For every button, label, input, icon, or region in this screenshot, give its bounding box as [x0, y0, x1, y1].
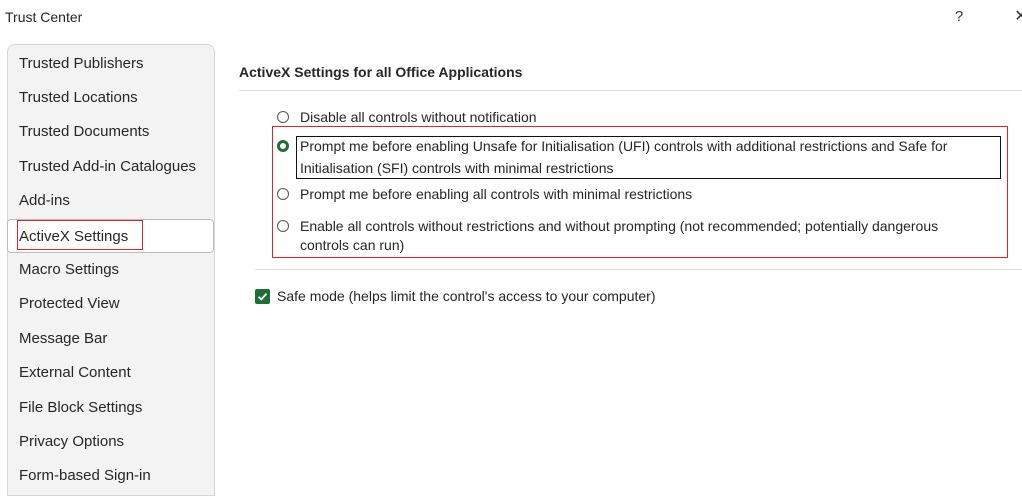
sidebar-item-protected-view[interactable]: Protected View: [8, 287, 214, 320]
sidebar-item-label: External Content: [19, 364, 131, 381]
close-button[interactable]: ✕: [1008, 4, 1022, 30]
sidebar-item-activex-settings[interactable]: ActiveX Settings: [7, 219, 214, 253]
sidebar-item-privacy-options[interactable]: Privacy Options: [8, 425, 214, 458]
sidebar-item-trusted-add-in-catalogues[interactable]: Trusted Add-in Catalogues: [8, 150, 214, 183]
sidebar-item-macro-settings[interactable]: Macro Settings: [8, 253, 214, 286]
help-button[interactable]: ?: [946, 4, 972, 30]
radio-disable-all-controls[interactable]: [277, 111, 289, 123]
title-bar: Trust Center ? ✕: [0, 0, 1022, 34]
sidebar-item-trusted-locations[interactable]: Trusted Locations: [8, 81, 214, 114]
sidebar-item-label: Trusted Publishers: [19, 55, 144, 72]
sidebar-item-add-ins[interactable]: Add-ins: [8, 184, 214, 217]
section-title: ActiveX Settings for all Office Applicat…: [239, 64, 523, 80]
sidebar-item-label: Macro Settings: [19, 261, 120, 278]
option-label: Disable all controls without notificatio…: [300, 109, 537, 125]
sidebar-item-label: Form-based Sign-in: [19, 467, 151, 484]
section-divider: [255, 269, 1022, 270]
checkmark-icon: [257, 292, 268, 301]
safe-mode-checkbox[interactable]: [255, 289, 270, 304]
sidebar-item-label: Protected View: [19, 295, 120, 312]
sidebar-item-label: Privacy Options: [19, 433, 125, 450]
sidebar-item-label: Add-ins: [19, 192, 70, 209]
sidebar-item-label: File Block Settings: [19, 399, 143, 416]
sidebar-item-label: Message Bar: [19, 330, 108, 347]
sidebar-item-form-based-sign-in[interactable]: Form-based Sign-in: [8, 459, 214, 492]
sidebar-item-external-content[interactable]: External Content: [8, 356, 214, 389]
sidebar-item-label: Trusted Add-in Catalogues: [19, 158, 197, 175]
sidebar: Trusted Publishers Trusted Locations Tru…: [7, 44, 215, 496]
sidebar-item-label: ActiveX Settings: [19, 228, 129, 245]
sidebar-item-file-block-settings[interactable]: File Block Settings: [8, 391, 214, 424]
window-title: Trust Center: [5, 9, 83, 25]
highlight-box-selected-option: [296, 136, 1001, 179]
sidebar-item-message-bar[interactable]: Message Bar: [8, 322, 214, 355]
safe-mode-label: Safe mode (helps limit the control's acc…: [277, 288, 656, 304]
sidebar-item-label: Trusted Locations: [19, 89, 138, 106]
sidebar-item-trusted-publishers[interactable]: Trusted Publishers: [8, 47, 214, 80]
section-divider: [239, 90, 1022, 91]
sidebar-item-label: Trusted Documents: [19, 123, 150, 140]
sidebar-item-trusted-documents[interactable]: Trusted Documents: [8, 115, 214, 148]
